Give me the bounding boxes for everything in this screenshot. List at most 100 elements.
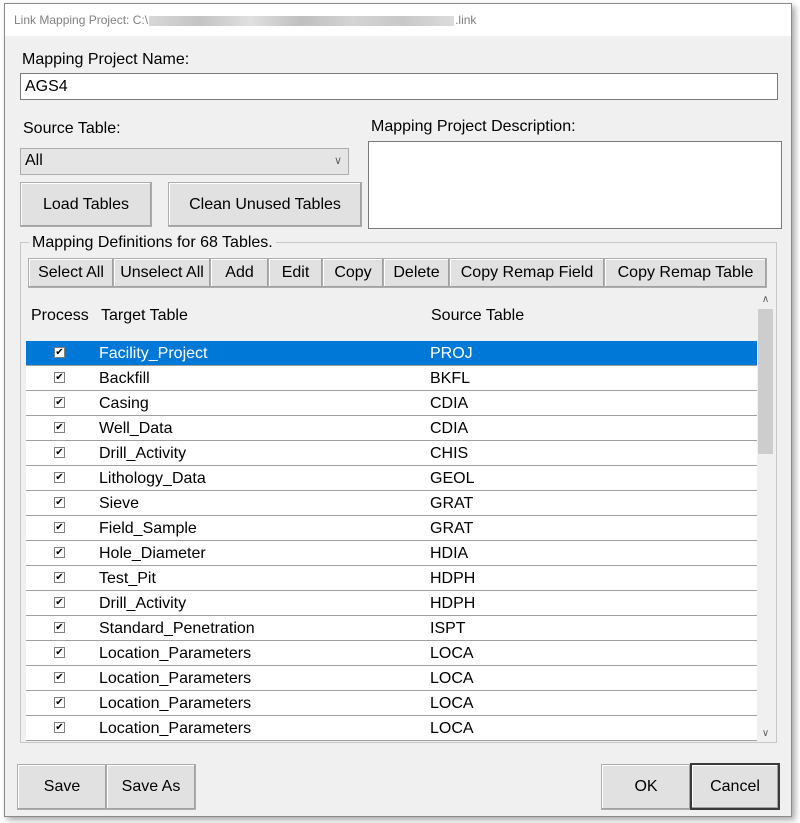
mapping-row[interactable]: ✔ Casing CDIA (26, 391, 757, 416)
redacted-path (149, 15, 455, 26)
copy-button[interactable]: Copy (322, 258, 384, 288)
target-table-cell: Location_Parameters (99, 670, 252, 687)
mapping-row[interactable]: ✔ Field_Sample GRAT (26, 516, 757, 541)
mapping-row[interactable]: ✔ Location_Parameters LOCA (26, 716, 757, 741)
target-table-cell: Well_Data (99, 420, 173, 437)
mapping-rows: ✔ Facility_Project PROJ ✔ Backfill BKFL ✔ Casin… (26, 341, 757, 741)
title-prefix: Link Mapping Project: C:\ (14, 13, 149, 27)
source-table-cell: HDPH (430, 595, 476, 612)
process-checkbox[interactable]: ✔ (54, 697, 65, 708)
source-table-cell: GRAT (430, 495, 474, 512)
description-textarea[interactable] (369, 142, 781, 228)
process-checkbox[interactable]: ✔ (54, 622, 65, 633)
edit-button[interactable]: Edit (268, 258, 323, 288)
description-label: Mapping Project Description: (371, 118, 576, 135)
process-checkbox[interactable]: ✔ (54, 722, 65, 733)
target-table-cell: Sieve (99, 495, 140, 512)
source-table-cell: PROJ (430, 345, 473, 362)
title-suffix: .link (455, 13, 477, 27)
mapping-row[interactable]: ✔ Location_Parameters LOCA (26, 641, 757, 666)
source-table-cell: CDIA (430, 420, 469, 437)
copy-remap-field-button[interactable]: Copy Remap Field (449, 258, 605, 288)
title-bar: Link Mapping Project: C:\ .link (5, 4, 791, 36)
vertical-scrollbar[interactable]: ∧ ∨ (757, 292, 774, 741)
cancel-button[interactable]: Cancel (690, 763, 780, 810)
target-table-cell: Casing (99, 395, 149, 412)
process-checkbox[interactable]: ✔ (54, 522, 65, 533)
save-button[interactable]: Save (17, 764, 107, 810)
unselect-all-button[interactable]: Unselect All (113, 258, 211, 288)
clean-unused-tables-button[interactable]: Clean Unused Tables (168, 182, 362, 227)
mapping-row[interactable]: ✔ Well_Data CDIA (26, 416, 757, 441)
save-as-button[interactable]: Save As (106, 764, 196, 810)
process-checkbox[interactable]: ✔ (54, 422, 65, 433)
source-table-label: Source Table: (23, 120, 121, 137)
process-checkbox[interactable]: ✔ (54, 672, 65, 683)
column-header-target[interactable]: Target Table (101, 307, 188, 325)
process-checkbox[interactable]: ✔ (54, 547, 65, 558)
link-mapping-dialog: Link Mapping Project: C:\ .link Mapping P… (4, 3, 792, 817)
description-field[interactable] (368, 141, 782, 229)
process-checkbox[interactable]: ✔ (54, 397, 65, 408)
mapping-row[interactable]: ✔ Standard_Penetration ISPT (26, 616, 757, 641)
process-checkbox[interactable]: ✔ (54, 647, 65, 658)
load-tables-button[interactable]: Load Tables (20, 182, 152, 227)
source-table-cell: HDPH (430, 570, 476, 587)
target-table-cell: Facility_Project (99, 345, 208, 362)
mapping-row[interactable]: ✔ Location_Parameters LOCA (26, 666, 757, 691)
add-button[interactable]: Add (210, 258, 269, 288)
copy-remap-table-button[interactable]: Copy Remap Table (604, 258, 767, 288)
target-table-cell: Location_Parameters (99, 720, 252, 737)
mapping-row[interactable]: ✔ Sieve GRAT (26, 491, 757, 516)
ok-button[interactable]: OK (601, 764, 691, 810)
mapping-row[interactable]: ✔ Test_Pit HDPH (26, 566, 757, 591)
scroll-down-arrow-icon[interactable]: ∨ (757, 728, 774, 739)
mapping-row[interactable]: ✔ Drill_Activity HDPH (26, 591, 757, 616)
target-table-cell: Test_Pit (99, 570, 156, 587)
source-table-cell: LOCA (430, 670, 474, 687)
delete-button[interactable]: Delete (383, 258, 450, 288)
process-checkbox[interactable]: ✔ (54, 447, 65, 458)
target-table-cell: Standard_Penetration (99, 620, 255, 637)
target-table-cell: Location_Parameters (99, 695, 252, 712)
column-header-source[interactable]: Source Table (431, 307, 524, 325)
mapping-definitions-legend: Mapping Definitions for 68 Tables. (29, 234, 276, 252)
scroll-up-arrow-icon[interactable]: ∧ (757, 294, 774, 305)
source-table-cell: CHIS (430, 445, 469, 462)
chevron-down-icon: ∨ (333, 155, 342, 167)
project-name-field[interactable] (20, 73, 778, 100)
process-checkbox[interactable]: ✔ (54, 372, 65, 383)
process-checkbox[interactable]: ✔ (54, 572, 65, 583)
source-table-dropdown[interactable]: All ∨ (20, 148, 349, 175)
process-checkbox[interactable]: ✔ (54, 497, 65, 508)
source-table-cell: LOCA (430, 645, 474, 662)
source-table-cell: HDIA (430, 545, 469, 562)
column-header-process[interactable]: Process (31, 307, 89, 325)
scrollbar-thumb[interactable] (758, 309, 773, 454)
source-table-cell: BKFL (430, 370, 471, 387)
mapping-row[interactable]: ✔ Drill_Activity CHIS (26, 441, 757, 466)
target-table-cell: Drill_Activity (99, 445, 187, 462)
target-table-cell: Lithology_Data (99, 470, 206, 487)
mapping-row[interactable]: ✔ Hole_Diameter HDIA (26, 541, 757, 566)
target-table-cell: Backfill (99, 370, 150, 387)
project-name-input[interactable] (21, 74, 777, 99)
list-header: Process Target Table Source Table (26, 292, 759, 337)
mapping-definitions-group: Mapping Definitions for 68 Tables. Selec… (20, 234, 777, 743)
source-table-selected: All (25, 152, 43, 169)
target-table-cell: Field_Sample (99, 520, 197, 537)
process-checkbox[interactable]: ✔ (54, 347, 65, 358)
mapping-toolbar: Select All Unselect All Add Edit Copy De… (28, 258, 767, 288)
select-all-button[interactable]: Select All (28, 258, 114, 288)
source-table-cell: GEOL (430, 470, 475, 487)
mapping-row[interactable]: ✔ Location_Parameters LOCA (26, 691, 757, 716)
process-checkbox[interactable]: ✔ (54, 472, 65, 483)
project-name-label: Mapping Project Name: (22, 51, 190, 68)
process-checkbox[interactable]: ✔ (54, 597, 65, 608)
source-table-cell: LOCA (430, 695, 474, 712)
mapping-row[interactable]: ✔ Backfill BKFL (26, 366, 757, 391)
mapping-row[interactable]: ✔ Lithology_Data GEOL (26, 466, 757, 491)
mapping-list: Process Target Table Source Table ✔ Facil… (26, 292, 759, 742)
source-table-cell: LOCA (430, 720, 474, 737)
mapping-row[interactable]: ✔ Facility_Project PROJ (26, 341, 757, 366)
